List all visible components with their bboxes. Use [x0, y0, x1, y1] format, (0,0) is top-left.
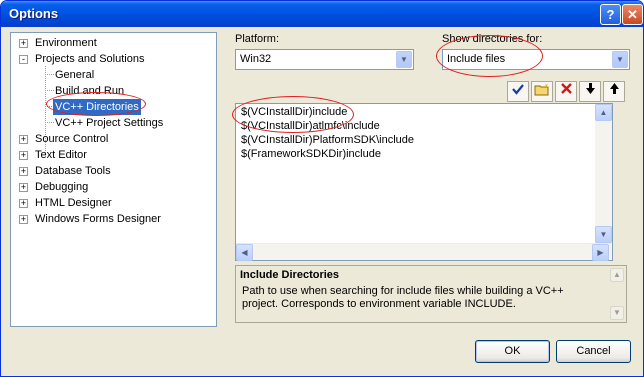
expand-icon[interactable]: + — [19, 215, 28, 224]
expand-icon[interactable]: + — [19, 167, 28, 176]
tree-item-source-control[interactable]: + Source Control — [11, 131, 216, 147]
scroll-up-icon[interactable]: ▲ — [595, 104, 612, 121]
tree-item-label: Text Editor — [35, 149, 87, 161]
show-directories-label: Show directories for: — [442, 33, 543, 45]
ok-button[interactable]: OK — [475, 340, 550, 363]
help-button[interactable]: ? — [600, 4, 621, 25]
expand-icon[interactable]: + — [19, 199, 28, 208]
scroll-down-icon[interactable]: ▼ — [610, 306, 624, 320]
show-directories-select[interactable]: Include files ▼ — [442, 49, 630, 70]
vertical-scrollbar[interactable]: ▲ ▼ — [595, 104, 612, 243]
show-directories-value: Include files — [447, 53, 506, 65]
tree-item-environment[interactable]: + Environment — [11, 35, 216, 51]
description-panel: Include Directories Path to use when sea… — [235, 265, 627, 323]
title-bar[interactable]: Options ? ✕ — [1, 1, 643, 27]
window-title: Options — [9, 6, 59, 21]
tree-item-windows-forms-designer[interactable]: + Windows Forms Designer — [11, 211, 216, 227]
tree-item-label: Projects and Solutions — [35, 53, 145, 65]
tree-item-build-and-run[interactable]: Build and Run — [11, 83, 216, 99]
tree-item-label: Environment — [35, 37, 97, 49]
expand-icon[interactable]: + — [19, 183, 28, 192]
cancel-button[interactable]: Cancel — [556, 340, 631, 363]
tree-item-label: General — [55, 69, 95, 81]
scroll-left-icon[interactable]: ◀ — [236, 244, 253, 261]
tree-item-database-tools[interactable]: + Database Tools — [11, 163, 216, 179]
tree-item-html-designer[interactable]: + HTML Designer — [11, 195, 216, 211]
tree-item-label: Windows Forms Designer — [35, 213, 161, 225]
scroll-right-icon[interactable]: ▶ — [592, 244, 609, 261]
check-icon[interactable] — [507, 81, 529, 102]
move-down-icon[interactable] — [579, 81, 601, 102]
chevron-down-icon[interactable]: ▼ — [396, 51, 412, 68]
platform-value: Win32 — [240, 53, 272, 65]
tree-item-label: Database Tools — [35, 165, 111, 177]
platform-select[interactable]: Win32 ▼ — [235, 49, 414, 70]
chevron-down-icon[interactable]: ▼ — [612, 51, 628, 68]
list-item[interactable]: $(FrameworkSDKDir)include — [241, 148, 381, 160]
expand-icon[interactable]: + — [19, 135, 28, 144]
platform-label: Platform: — [235, 33, 280, 45]
tree-item-general[interactable]: General — [11, 67, 216, 83]
description-body: Path to use when searching for include f… — [242, 285, 564, 310]
tree-item-label: Build and Run — [55, 85, 125, 97]
options-dialog: Options ? ✕ + Environment - Projects and… — [0, 0, 644, 377]
tree-item-vc-directories[interactable]: VC++ Directories — [11, 99, 216, 115]
new-folder-icon[interactable] — [531, 81, 553, 102]
close-button[interactable]: ✕ — [622, 4, 643, 25]
expand-icon[interactable]: + — [19, 151, 28, 160]
move-up-icon[interactable] — [603, 81, 625, 102]
scroll-down-icon[interactable]: ▼ — [595, 226, 612, 243]
tree-item-label: VC++ Project Settings — [55, 117, 164, 129]
tree-item-projects-and-solutions[interactable]: - Projects and Solutions — [11, 51, 216, 67]
tree-item-text-editor[interactable]: + Text Editor — [11, 147, 216, 163]
list-item[interactable]: $(VCInstallDir)PlatformSDK\include — [241, 134, 414, 146]
horizontal-scrollbar[interactable]: ◀ ▶ — [236, 243, 612, 261]
list-item[interactable]: $(VCInstallDir)atlmfc\include — [241, 120, 380, 132]
tree-item-vc-project-settings[interactable]: VC++ Project Settings — [11, 115, 216, 131]
tree-item-label: Debugging — [35, 181, 89, 193]
delete-icon[interactable] — [555, 81, 577, 102]
directory-list[interactable]: $(VCInstallDir)include $(VCInstallDir)at… — [235, 103, 613, 261]
tree-item-label: VC++ Directories — [53, 99, 141, 115]
collapse-icon[interactable]: - — [19, 55, 28, 64]
tree-item-label: HTML Designer — [35, 197, 112, 209]
options-tree: + Environment - Projects and Solutions G… — [10, 32, 217, 327]
description-title: Include Directories — [240, 269, 340, 281]
scroll-up-icon[interactable]: ▲ — [610, 268, 624, 282]
tree-item-label: Source Control — [35, 133, 109, 145]
tree-item-debugging[interactable]: + Debugging — [11, 179, 216, 195]
expand-icon[interactable]: + — [19, 39, 28, 48]
list-item[interactable]: $(VCInstallDir)include — [241, 106, 347, 118]
